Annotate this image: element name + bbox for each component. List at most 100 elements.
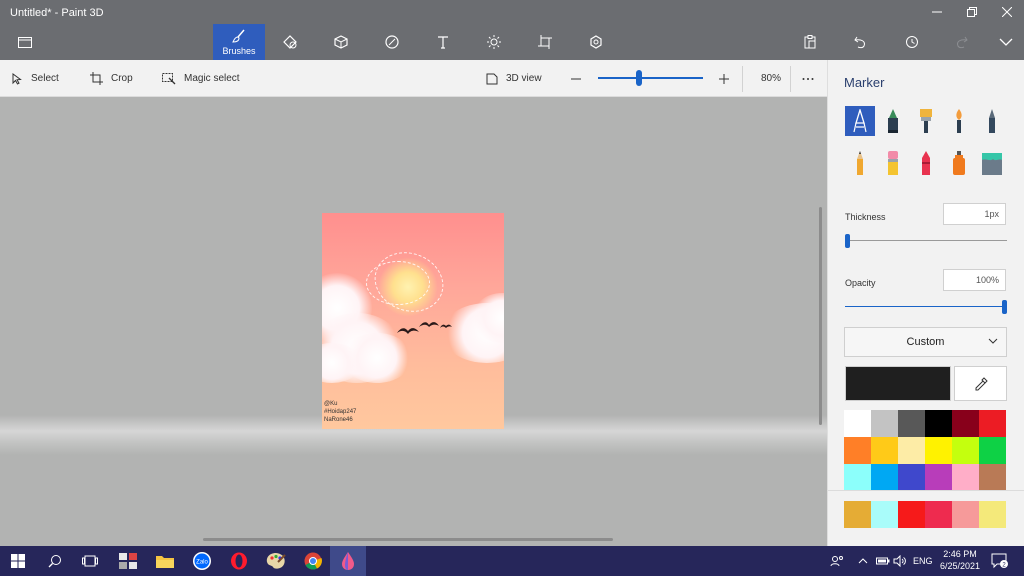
brush-calligraphy-pen[interactable] — [878, 106, 908, 136]
more-options-button[interactable] — [802, 60, 814, 97]
taskbar-file-explorer[interactable] — [147, 546, 183, 576]
horizontal-scrollbar[interactable] — [203, 538, 613, 541]
tab-text[interactable] — [417, 24, 469, 60]
color-swatch[interactable] — [871, 437, 898, 464]
brush-pencil[interactable] — [845, 148, 875, 178]
zoom-slider-thumb[interactable] — [635, 70, 642, 86]
select-button[interactable]: Select — [12, 60, 59, 97]
color-swatch[interactable] — [952, 501, 979, 528]
opacity-slider-thumb[interactable] — [1002, 300, 1007, 314]
thickness-slider-track[interactable] — [845, 240, 1007, 241]
tab-3d-shapes[interactable] — [315, 24, 367, 60]
tab-3d-library[interactable] — [570, 24, 622, 60]
color-swatch[interactable] — [925, 437, 952, 464]
sun-halo — [366, 242, 452, 322]
color-swatch[interactable] — [979, 464, 1006, 491]
eyedropper-button[interactable] — [954, 366, 1007, 401]
undo-button[interactable] — [846, 30, 874, 54]
color-swatch[interactable] — [871, 501, 898, 528]
clock[interactable]: 2:46 PM 6/25/2021 — [935, 548, 985, 572]
opacity-slider-track[interactable] — [845, 306, 1007, 307]
taskbar-opera[interactable] — [221, 546, 257, 576]
color-swatch[interactable] — [952, 464, 979, 491]
magic-select-button[interactable]: Magic select — [162, 60, 240, 97]
color-swatch[interactable] — [898, 501, 925, 528]
start-button[interactable] — [0, 546, 36, 576]
color-swatch[interactable] — [952, 437, 979, 464]
paint-3d-icon — [342, 552, 354, 570]
tab-2d-shapes[interactable] — [264, 24, 316, 60]
color-swatch[interactable] — [844, 410, 871, 437]
zoom-out-button[interactable] — [570, 60, 582, 97]
taskbar-chrome[interactable] — [295, 546, 331, 576]
color-swatch[interactable] — [871, 410, 898, 437]
tab-canvas[interactable] — [519, 24, 571, 60]
color-swatch[interactable] — [898, 410, 925, 437]
input-language[interactable]: ENG — [913, 546, 933, 576]
paste-icon — [804, 35, 816, 49]
tab-effects[interactable] — [468, 24, 520, 60]
tab-stickers[interactable] — [366, 24, 418, 60]
volume-button[interactable] — [893, 546, 907, 576]
canvas-icon — [538, 35, 552, 49]
show-hidden-icons-button[interactable] — [858, 546, 868, 576]
canvas-image[interactable]: @Ku #Hoidap247 NaRone46 — [322, 213, 504, 429]
zoom-slider-track[interactable] — [598, 77, 703, 79]
color-swatch[interactable] — [979, 501, 1006, 528]
opacity-input[interactable]: 100% — [943, 269, 1006, 291]
task-view-button[interactable] — [72, 546, 108, 576]
brush-oil[interactable] — [911, 106, 941, 136]
brush-eraser[interactable] — [878, 148, 908, 178]
crop-label: Crop — [111, 73, 133, 84]
taskbar-app-store[interactable] — [110, 546, 146, 576]
thickness-slider-thumb[interactable] — [845, 234, 850, 248]
color-swatch[interactable] — [898, 437, 925, 464]
fill-bucket-icon — [982, 153, 1002, 175]
brush-marker[interactable] — [845, 106, 875, 136]
3d-view-icon — [486, 73, 498, 84]
brush-fill[interactable] — [977, 148, 1007, 178]
taskbar-zalo[interactable]: Zalo — [184, 546, 220, 576]
taskbar-paint[interactable] — [258, 546, 294, 576]
color-swatch[interactable] — [871, 464, 898, 491]
brush-watercolor[interactable] — [944, 106, 974, 136]
brush-pixel-pen[interactable] — [977, 106, 1007, 136]
color-mode-dropdown[interactable]: Custom — [844, 327, 1007, 357]
action-center-button[interactable]: 2 — [991, 546, 1009, 576]
brush-crayon[interactable] — [911, 148, 941, 178]
battery-button[interactable] — [876, 546, 890, 576]
redo-button[interactable] — [948, 30, 976, 54]
color-swatch[interactable] — [844, 501, 871, 528]
color-swatch[interactable] — [925, 410, 952, 437]
workspace[interactable]: @Ku #Hoidap247 NaRone46 — [0, 97, 827, 546]
minimize-button[interactable] — [922, 3, 952, 21]
battery-icon — [876, 557, 890, 565]
color-swatch[interactable] — [979, 437, 1006, 464]
crop-icon — [90, 72, 103, 85]
color-swatch[interactable] — [979, 410, 1006, 437]
crop-button[interactable]: Crop — [90, 60, 133, 97]
close-button[interactable] — [992, 3, 1022, 21]
people-button[interactable] — [830, 546, 844, 576]
taskbar-paint-3d[interactable] — [330, 546, 366, 576]
zoom-level[interactable]: 80% — [761, 60, 781, 97]
vertical-scrollbar[interactable] — [819, 207, 822, 425]
thickness-input[interactable]: 1px — [943, 203, 1006, 225]
color-swatch[interactable] — [844, 437, 871, 464]
restore-button[interactable] — [957, 3, 987, 21]
3d-view-button[interactable]: 3D view — [486, 60, 542, 97]
paste-button[interactable] — [796, 30, 824, 54]
zoom-in-button[interactable] — [718, 60, 730, 97]
search-button[interactable] — [37, 546, 73, 576]
color-swatch[interactable] — [844, 464, 871, 491]
current-color-swatch[interactable] — [845, 366, 951, 401]
tab-brushes[interactable]: Brushes — [213, 24, 265, 60]
color-swatch[interactable] — [925, 464, 952, 491]
color-swatch[interactable] — [898, 464, 925, 491]
color-swatch[interactable] — [952, 410, 979, 437]
brush-spray-can[interactable] — [944, 148, 974, 178]
color-swatch[interactable] — [925, 501, 952, 528]
history-button[interactable] — [898, 30, 926, 54]
menu-button[interactable] — [12, 32, 38, 52]
expand-menu-button[interactable] — [992, 30, 1020, 54]
